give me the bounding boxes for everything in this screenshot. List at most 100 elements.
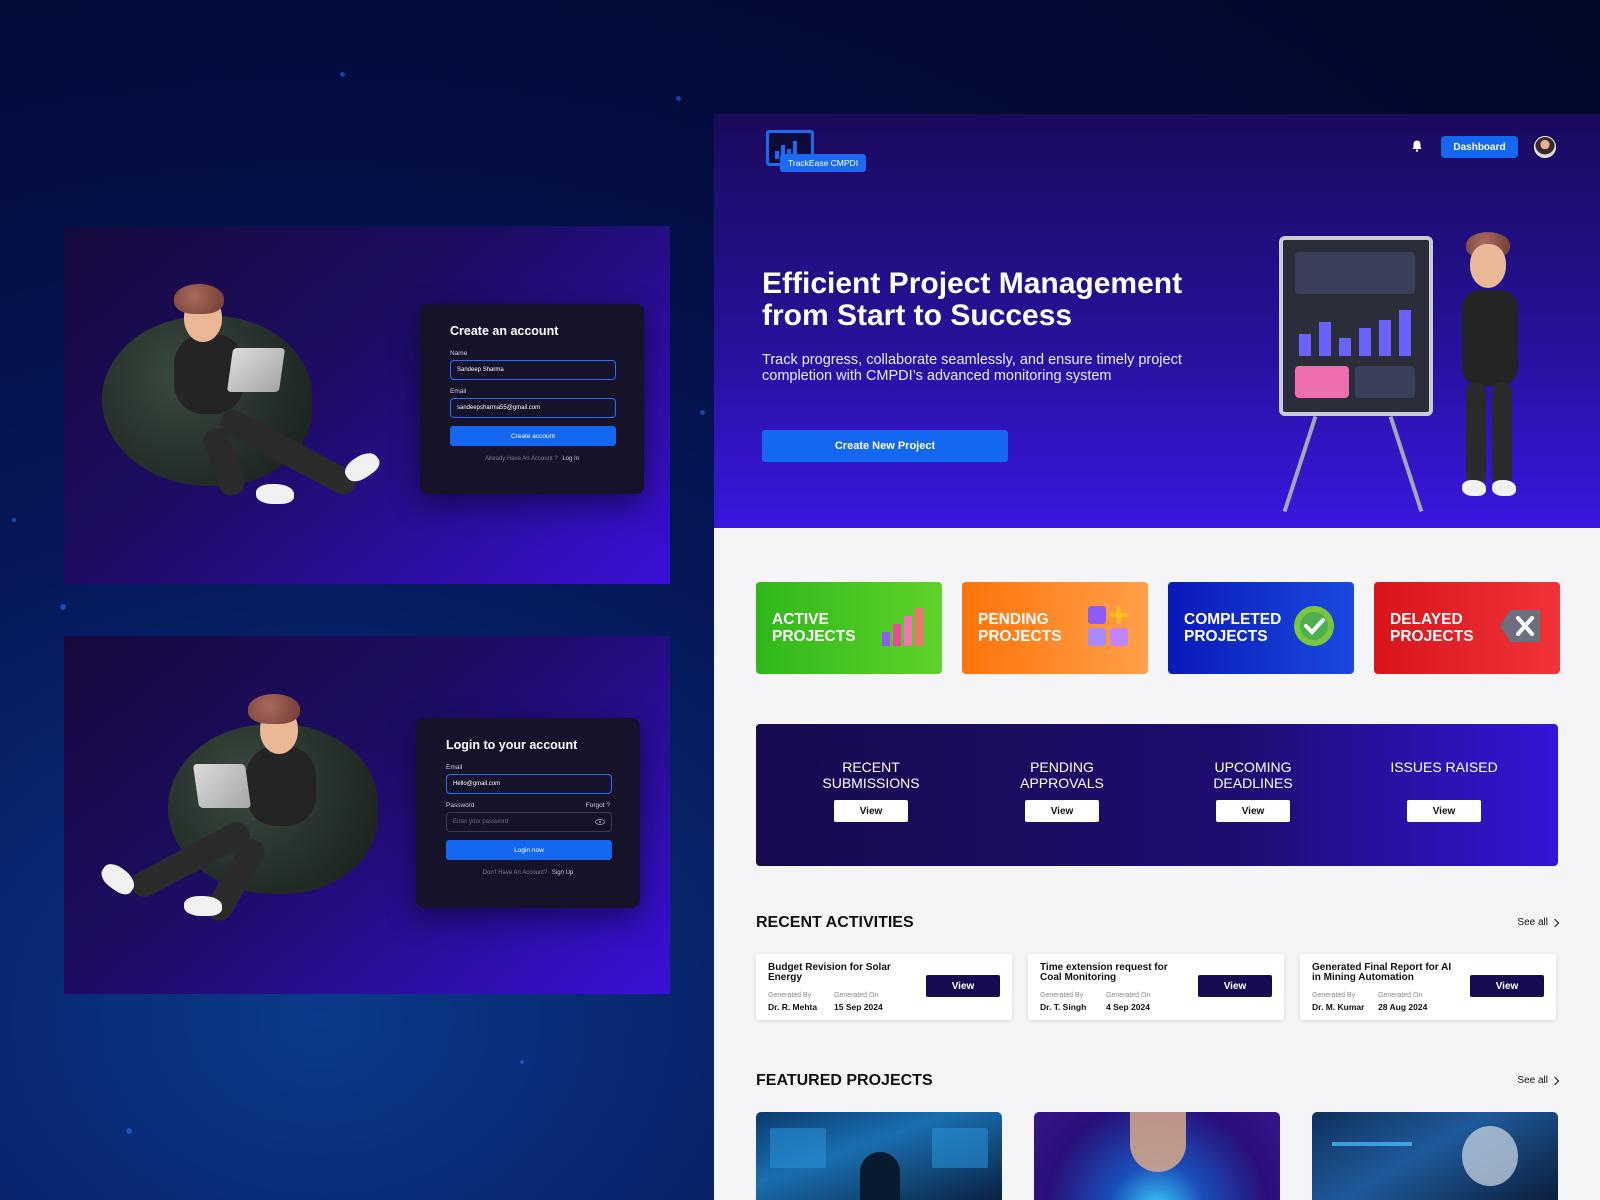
hero-section: TrackEase CMPDI Dashboard Efficient Proj… bbox=[714, 114, 1600, 528]
data-line-shape bbox=[1332, 1142, 1412, 1146]
stat-label: PENDING PROJECTS bbox=[978, 611, 1062, 645]
pending-approvals: PENDING APPROVALS View bbox=[997, 759, 1127, 822]
create-account-button[interactable]: Create account bbox=[450, 426, 616, 446]
featured-project-card[interactable] bbox=[1034, 1112, 1280, 1200]
view-button[interactable]: View bbox=[1198, 975, 1272, 997]
dashboard-page: TrackEase CMPDI Dashboard Efficient Proj… bbox=[714, 114, 1600, 1200]
robot-head-shape bbox=[1462, 1126, 1518, 1186]
login-email-field[interactable]: Hello@gmail.com bbox=[446, 774, 612, 794]
avatar[interactable] bbox=[1534, 136, 1556, 158]
quick-links-panel: RECENT SUBMISSIONS View PENDING APPROVAL… bbox=[756, 724, 1558, 866]
featured-project-card[interactable] bbox=[1312, 1112, 1558, 1200]
signup-footer: Already Have An Account ? Log In bbox=[450, 456, 614, 462]
person-silhouette bbox=[860, 1152, 900, 1200]
hero-title: Efficient Project Management from Start … bbox=[762, 267, 1183, 332]
view-button[interactable]: View bbox=[926, 975, 1000, 997]
activity-card: Generated Final Report for AI in Mining … bbox=[1300, 954, 1556, 1020]
generated-on-value: 28 Aug 2024 bbox=[1378, 1002, 1428, 1012]
login-panel: Login to your account Email Hello@gmail.… bbox=[64, 636, 670, 994]
monitor-shape bbox=[770, 1128, 826, 1168]
bg-particle bbox=[340, 72, 345, 77]
password-label: Password bbox=[446, 802, 475, 809]
bg-particle bbox=[126, 1128, 132, 1134]
chevron-right-icon bbox=[1550, 1076, 1560, 1085]
character-illustration bbox=[102, 284, 392, 516]
app-logo[interactable]: TrackEase CMPDI bbox=[766, 130, 870, 178]
view-button[interactable]: View bbox=[1216, 800, 1290, 822]
generated-on-value: 15 Sep 2024 bbox=[834, 1002, 883, 1012]
email-field[interactable]: sandeepsharma55@gmail.com bbox=[450, 398, 616, 418]
login-form: Login to your account Email Hello@gmail.… bbox=[416, 718, 640, 908]
generated-by-value: Dr. T. Singh bbox=[1040, 1002, 1087, 1012]
name-label: Name bbox=[450, 350, 468, 357]
board-leg bbox=[1282, 415, 1318, 513]
quick-label: UPCOMING DEADLINES bbox=[1213, 759, 1293, 791]
character-illustration bbox=[96, 694, 388, 928]
issues-raised: ISSUES RAISED View bbox=[1379, 759, 1509, 822]
logo-text: TrackEase CMPDI bbox=[780, 154, 867, 172]
name-field[interactable]: Sandeep Sharma bbox=[450, 360, 616, 380]
quick-label: RECENT SUBMISSIONS bbox=[822, 759, 920, 791]
recent-submissions: RECENT SUBMISSIONS View bbox=[806, 759, 936, 822]
see-all-label: See all bbox=[1517, 917, 1548, 928]
completed-projects-card[interactable]: COMPLETED PROJECTS bbox=[1168, 582, 1354, 674]
upcoming-deadlines: UPCOMING DEADLINES View bbox=[1188, 759, 1318, 822]
active-projects-card[interactable]: ACTIVE PROJECTS bbox=[756, 582, 942, 674]
email-label: Email bbox=[450, 388, 467, 395]
view-button[interactable]: View bbox=[1470, 975, 1544, 997]
recent-activities-title: RECENT ACTIVITIES bbox=[756, 914, 914, 931]
activity-card: Time extension request for Coal Monitori… bbox=[1028, 954, 1284, 1020]
delayed-projects-card[interactable]: DELAYED PROJECTS bbox=[1374, 582, 1560, 674]
generated-by-value: Dr. R. Mehta bbox=[768, 1002, 818, 1012]
board-leg bbox=[1388, 415, 1424, 513]
forgot-password-link[interactable]: Forgot ? bbox=[586, 802, 610, 809]
view-button[interactable]: View bbox=[1407, 800, 1481, 822]
see-all-activities-link[interactable]: See all bbox=[1517, 917, 1560, 928]
login-footer-text: Don't Have An Account? bbox=[482, 870, 548, 876]
bg-particle bbox=[60, 604, 66, 610]
see-all-projects-link[interactable]: See all bbox=[1517, 1075, 1560, 1086]
stat-label: COMPLETED PROJECTS bbox=[1184, 611, 1282, 645]
chevron-right-icon bbox=[1550, 918, 1560, 927]
dashboard-button[interactable]: Dashboard bbox=[1441, 136, 1518, 158]
password-placeholder: Enter your password bbox=[453, 819, 509, 825]
monitor-shape bbox=[932, 1128, 988, 1168]
generated-on-label: Generated On bbox=[1378, 992, 1423, 999]
login-title: Login to your account bbox=[446, 738, 578, 752]
bell-icon[interactable] bbox=[1412, 140, 1422, 152]
presentation-board-illustration bbox=[1279, 236, 1433, 416]
signup-link[interactable]: Sign Up bbox=[552, 870, 573, 876]
login-button[interactable]: Login now bbox=[446, 840, 612, 860]
activity-title: Time extension request for Coal Monitori… bbox=[1040, 962, 1168, 983]
signup-form: Create an account Name Sandeep Sharma Em… bbox=[420, 304, 644, 494]
generated-by-label: Generated By bbox=[1040, 992, 1084, 999]
delete-x-icon bbox=[1500, 610, 1540, 642]
quick-label: ISSUES RAISED bbox=[1390, 759, 1498, 775]
view-button[interactable]: View bbox=[834, 800, 908, 822]
activity-title: Budget Revision for Solar Energy bbox=[768, 962, 891, 983]
see-all-label: See all bbox=[1517, 1075, 1548, 1086]
quick-label: PENDING APPROVALS bbox=[1020, 759, 1104, 791]
bar-chart-icon bbox=[882, 608, 923, 646]
generated-by-label: Generated By bbox=[768, 992, 812, 999]
generated-by-value: Dr. M. Kumar bbox=[1312, 1002, 1365, 1012]
login-footer: Don't Have An Account? Sign Up bbox=[446, 870, 610, 876]
generated-on-label: Generated On bbox=[1106, 992, 1151, 999]
hero-subtitle: Track progress, collaborate seamlessly, … bbox=[762, 352, 1182, 384]
eye-icon[interactable] bbox=[595, 819, 605, 825]
view-button[interactable]: View bbox=[1025, 800, 1099, 822]
featured-projects-title: FEATURED PROJECTS bbox=[756, 1072, 933, 1089]
signup-footer-text: Already Have An Account ? bbox=[484, 456, 558, 462]
stat-label: ACTIVE PROJECTS bbox=[772, 611, 856, 645]
bg-particle bbox=[12, 518, 16, 522]
create-new-project-button[interactable]: Create New Project bbox=[762, 430, 1008, 462]
password-field[interactable]: Enter your password bbox=[446, 812, 612, 832]
bg-particle bbox=[520, 1060, 524, 1064]
bg-particle bbox=[700, 410, 705, 415]
stat-label: DELAYED PROJECTS bbox=[1390, 611, 1474, 645]
featured-project-card[interactable] bbox=[756, 1112, 1002, 1200]
login-link[interactable]: Log In bbox=[562, 456, 579, 462]
generated-on-label: Generated On bbox=[834, 992, 879, 999]
pending-projects-card[interactable]: PENDING PROJECTS bbox=[962, 582, 1148, 674]
generated-by-label: Generated By bbox=[1312, 992, 1356, 999]
